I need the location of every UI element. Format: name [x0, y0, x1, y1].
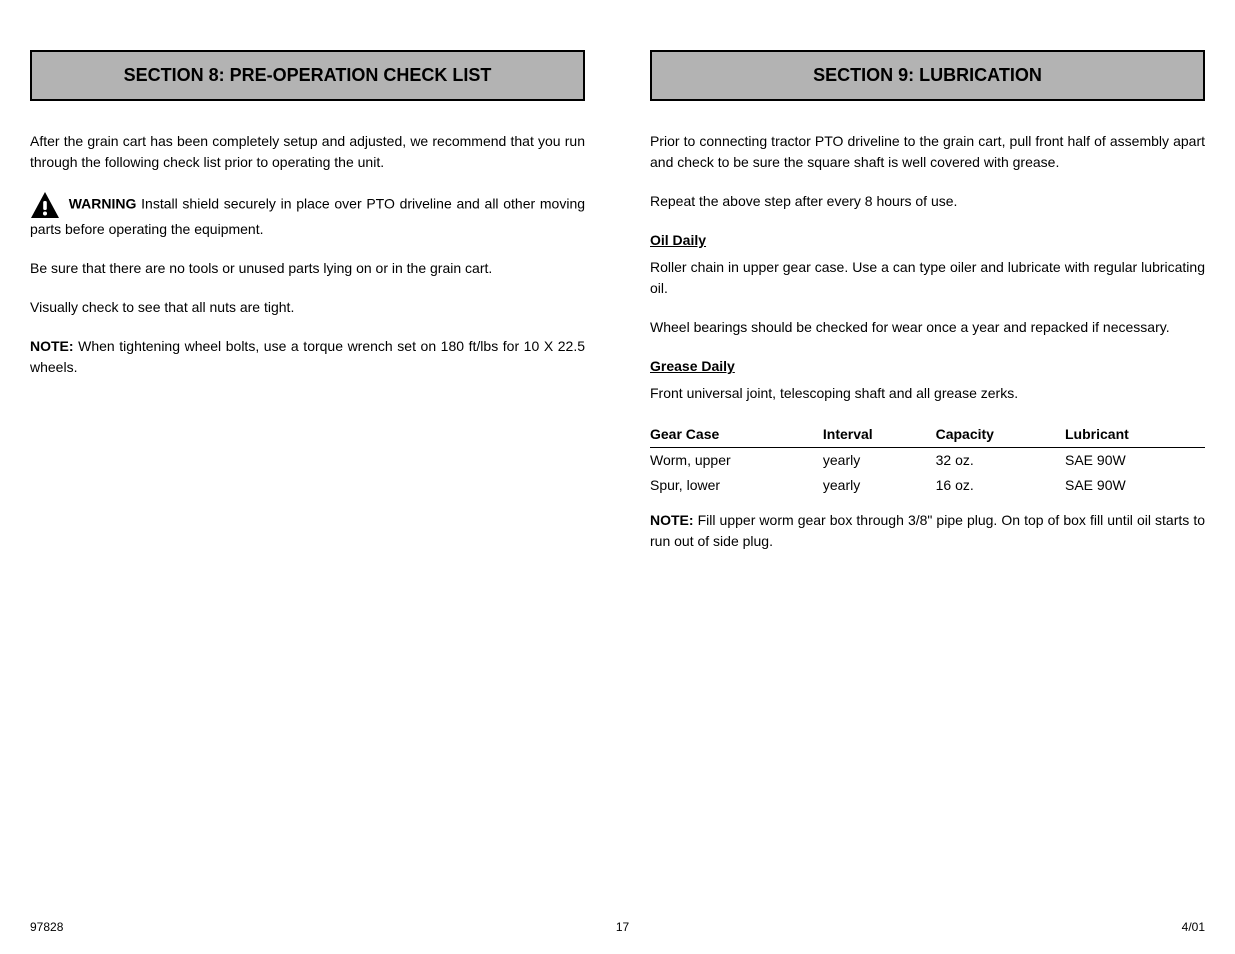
th-capacity: Capacity — [936, 422, 1065, 448]
lubrication-table: Gear Case Interval Capacity Lubricant Wo… — [650, 422, 1205, 498]
cell-capacity: 32 oz. — [936, 448, 1065, 474]
note-label: NOTE: — [30, 338, 74, 354]
tools-check-paragraph: Be sure that there are no tools or unuse… — [30, 258, 585, 279]
torque-note-text: When tightening wheel bolts, use a torqu… — [30, 338, 585, 375]
nuts-check-paragraph: Visually check to see that all nuts are … — [30, 297, 585, 318]
warning-paragraph: WARNING Install shield securely in place… — [30, 191, 585, 240]
section9-header: SECTION 9: LUBRICATION — [650, 50, 1205, 101]
intro-paragraph: After the grain cart has been completely… — [30, 131, 585, 173]
th-lubricant: Lubricant — [1065, 422, 1205, 448]
cell-capacity: 16 oz. — [936, 473, 1065, 498]
table-row: Worm, upper yearly 32 oz. SAE 90W — [650, 448, 1205, 474]
oil-daily-heading: Oil Daily — [650, 230, 1205, 251]
roller-chain-paragraph: Roller chain in upper gear case. Use a c… — [650, 257, 1205, 299]
note-label: NOTE: — [650, 512, 694, 528]
cell-gearcase: Spur, lower — [650, 473, 823, 498]
warning-icon — [30, 191, 60, 219]
table-row: Spur, lower yearly 16 oz. SAE 90W — [650, 473, 1205, 498]
right-column: SECTION 9: LUBRICATION Prior to connecti… — [650, 50, 1205, 570]
grease-daily-paragraph: Front universal joint, telescoping shaft… — [650, 383, 1205, 404]
fill-note-paragraph: NOTE: Fill upper worm gear box through 3… — [650, 510, 1205, 552]
footer-page-number: 17 — [616, 918, 629, 936]
cell-lubricant: SAE 90W — [1065, 448, 1205, 474]
cell-interval: yearly — [823, 473, 936, 498]
wheel-bearings-paragraph: Wheel bearings should be checked for wea… — [650, 317, 1205, 338]
footer-left: 97828 — [30, 918, 63, 936]
cell-gearcase: Worm, upper — [650, 448, 823, 474]
pto-check-paragraph: Prior to connecting tractor PTO drivelin… — [650, 131, 1205, 173]
left-column: SECTION 8: PRE-OPERATION CHECK LIST Afte… — [30, 50, 585, 570]
warning-label: WARNING — [69, 196, 137, 212]
fill-note-text: Fill upper worm gear box through 3/8" pi… — [650, 512, 1205, 549]
footer-right: 4/01 — [1182, 918, 1205, 936]
page-footer: 97828 17 4/01 — [30, 918, 1205, 936]
repeat-step-paragraph: Repeat the above step after every 8 hour… — [650, 191, 1205, 212]
cell-interval: yearly — [823, 448, 936, 474]
torque-note-paragraph: NOTE: When tightening wheel bolts, use a… — [30, 336, 585, 378]
th-interval: Interval — [823, 422, 936, 448]
th-gearcase: Gear Case — [650, 422, 823, 448]
grease-daily-heading: Grease Daily — [650, 356, 1205, 377]
cell-lubricant: SAE 90W — [1065, 473, 1205, 498]
section8-header: SECTION 8: PRE-OPERATION CHECK LIST — [30, 50, 585, 101]
